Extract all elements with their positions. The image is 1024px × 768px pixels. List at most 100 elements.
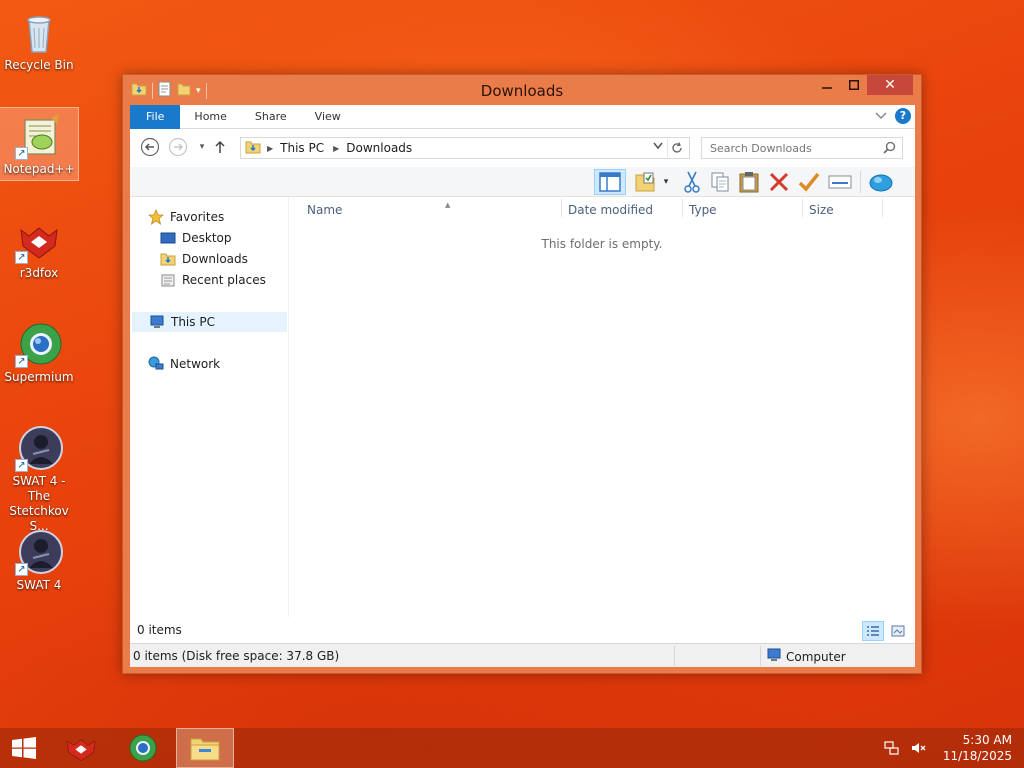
paste-button[interactable] [736, 169, 762, 195]
command-toolbar: ▾ [130, 167, 915, 197]
address-bar[interactable]: ▶ This PC ▶ Downloads [240, 137, 690, 159]
large-icons-view-button[interactable] [887, 621, 909, 641]
clock-time: 5:30 AM [962, 733, 1012, 747]
status-divider [674, 646, 675, 666]
expand-ribbon-icon[interactable] [875, 109, 887, 123]
ribbon-right: ? [875, 108, 911, 124]
supermium-icon [129, 734, 157, 762]
nav-this-pc[interactable]: This PC [132, 312, 287, 332]
minimize-button[interactable] [813, 75, 840, 95]
nav-downloads-label: Downloads [182, 252, 248, 266]
column-separator[interactable] [802, 199, 803, 217]
clock[interactable]: 5:30 AM 11/18/2025 [943, 732, 1012, 764]
breadcrumb: ▶ This PC ▶ Downloads [265, 141, 412, 155]
maximize-button[interactable] [840, 75, 867, 95]
search-box[interactable] [701, 137, 903, 159]
explorer-window: ▾ Downloads ✕ File Home Share View ? ▾ ▶… [122, 74, 922, 674]
checkmark-icon [798, 172, 820, 192]
rename-confirm-button[interactable] [796, 169, 822, 195]
desktop-icon-supermium[interactable]: ↗ Supermium [0, 316, 78, 388]
nav-this-pc-label: This PC [171, 315, 215, 329]
shortcut-arrow-icon: ↗ [15, 251, 28, 264]
network-location-button[interactable] [866, 169, 896, 195]
swat4-tsk-icon: ↗ [15, 424, 63, 472]
nav-favorites[interactable]: Favorites [148, 207, 224, 227]
tab-view[interactable]: View [301, 105, 355, 129]
breadcrumb-this-pc[interactable]: This PC [280, 141, 324, 155]
properties-button[interactable] [634, 169, 658, 195]
cut-button[interactable] [680, 169, 704, 195]
nav-downloads[interactable]: Downloads [160, 249, 248, 269]
desktop-icon-swat4[interactable]: ↗ SWAT 4 [0, 524, 78, 596]
volume-muted-icon[interactable] [909, 739, 927, 757]
column-header-type[interactable]: Type [689, 203, 717, 217]
tab-file[interactable]: File [130, 104, 181, 129]
nav-desktop[interactable]: Desktop [160, 228, 232, 248]
address-history-dropdown-icon[interactable] [653, 142, 663, 153]
tab-share[interactable]: Share [241, 105, 301, 129]
desktop-icon-label: r3dfox [19, 266, 59, 280]
supermium-icon: ↗ [15, 320, 63, 368]
column-separator[interactable] [561, 199, 562, 217]
desktop-icon-recycle-bin[interactable]: Recycle Bin [0, 4, 78, 76]
back-button[interactable] [140, 137, 160, 157]
window-title: Downloads [480, 82, 564, 100]
recycle-bin-icon [15, 8, 63, 56]
delete-button[interactable] [766, 169, 792, 195]
preview-pane-button[interactable] [594, 169, 626, 195]
title-bar[interactable]: ▾ Downloads ✕ [123, 75, 921, 105]
breadcrumb-downloads[interactable]: Downloads [346, 141, 412, 155]
rename-button[interactable] [826, 169, 854, 195]
breadcrumb-separator-icon[interactable]: ▶ [333, 144, 339, 153]
breadcrumb-separator-icon[interactable]: ▶ [267, 144, 273, 153]
taskbar-supermium[interactable] [114, 728, 172, 768]
desktop-icon-r3dfox[interactable]: ↗ r3dfox [0, 212, 78, 284]
window-controls: ✕ [813, 75, 913, 95]
scissors-icon [684, 171, 700, 193]
search-input[interactable] [710, 141, 870, 155]
computer-zone-icon [766, 648, 782, 665]
system-tray: 5:30 AM 11/18/2025 [883, 728, 1012, 768]
nav-recent-places[interactable]: Recent places [160, 270, 266, 290]
column-separator[interactable] [882, 199, 883, 217]
empty-folder-message: This folder is empty. [541, 237, 663, 251]
ribbon-tabs: File Home Share View ? [130, 104, 915, 129]
refresh-button[interactable] [667, 139, 685, 157]
refresh-icon [671, 142, 682, 153]
desktop-icon-notepad-plus-plus[interactable]: ↗ Notepad++ [0, 107, 79, 181]
copy-button[interactable] [708, 169, 732, 195]
start-button[interactable] [0, 728, 48, 768]
taskbar-r3dfox[interactable] [52, 728, 110, 768]
up-button[interactable] [210, 137, 230, 157]
shortcut-arrow-icon: ↗ [15, 147, 28, 160]
tab-home[interactable]: Home [180, 105, 240, 129]
search-icon[interactable] [883, 141, 896, 157]
column-separator[interactable] [682, 199, 683, 217]
details-view-button[interactable] [862, 621, 884, 641]
status-zone-label: Computer [786, 649, 846, 664]
r3dfox-icon [66, 739, 96, 762]
column-header-name[interactable]: Name ▲ [307, 201, 557, 217]
windows-logo-icon [12, 737, 36, 759]
properties-dropdown[interactable]: ▾ [660, 169, 672, 195]
content-footer: 0 items [130, 617, 915, 643]
forward-button[interactable] [168, 137, 188, 157]
column-header-size[interactable]: Size [809, 203, 834, 217]
taskbar: 5:30 AM 11/18/2025 [0, 728, 1024, 768]
column-header-date-modified[interactable]: Date modified [568, 203, 653, 217]
network-tray-icon[interactable] [883, 739, 901, 757]
close-button[interactable]: ✕ [867, 75, 913, 95]
downloads-folder-icon [160, 251, 176, 267]
recent-locations-dropdown[interactable]: ▾ [192, 137, 212, 157]
network-icon [148, 356, 164, 372]
close-icon: ✕ [884, 77, 896, 93]
desktop-icon-swat4-tsk[interactable]: ↗ SWAT 4 - The Stetchkov S... [0, 420, 78, 537]
file-explorer-icon [190, 738, 220, 761]
status-zone: Computer [766, 648, 846, 665]
star-icon [148, 209, 164, 225]
taskbar-file-explorer[interactable] [176, 728, 234, 768]
help-icon[interactable]: ? [895, 108, 911, 124]
desktop-icon [160, 230, 176, 246]
nav-network[interactable]: Network [148, 354, 220, 374]
shortcut-arrow-icon: ↗ [15, 459, 28, 472]
